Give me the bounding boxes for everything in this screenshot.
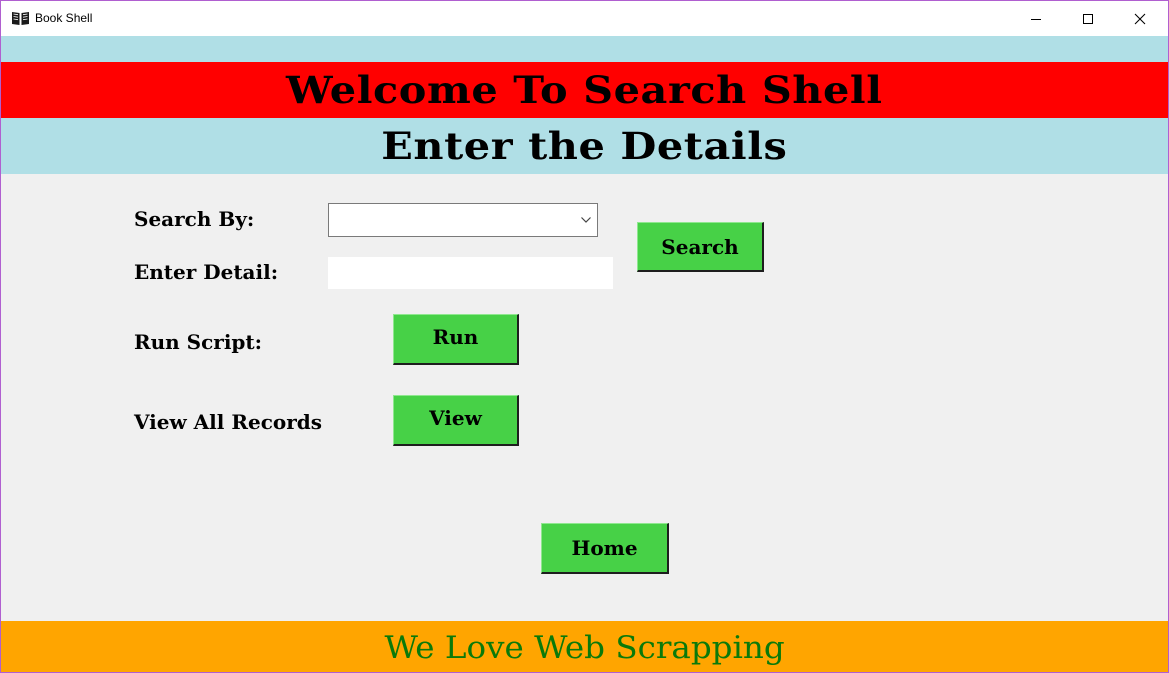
open-book-icon [12, 12, 29, 25]
view-button[interactable]: View [393, 395, 519, 446]
close-button[interactable] [1117, 1, 1163, 36]
enter-detail-input[interactable] [328, 257, 613, 289]
window-title: Book Shell [35, 11, 93, 25]
minimize-button[interactable] [1013, 1, 1059, 36]
maximize-button[interactable] [1065, 1, 1111, 36]
app-window: Book Shell Welcome To Search Shell Enter… [0, 0, 1169, 673]
top-color-band [1, 36, 1168, 62]
view-all-records-label: View All Records [134, 410, 322, 434]
search-button[interactable]: Search [637, 222, 764, 272]
enter-detail-label: Enter Detail: [134, 260, 279, 284]
search-by-label: Search By: [134, 207, 255, 231]
maximize-icon [1083, 13, 1093, 24]
home-button[interactable]: Home [541, 523, 669, 574]
run-script-label: Run Script: [134, 330, 263, 354]
footer-text: We Love Web Scrapping [384, 629, 785, 666]
search-by-dropdown[interactable] [328, 203, 598, 237]
minimize-icon [1031, 18, 1041, 20]
chevron-down-icon [581, 217, 591, 223]
title-bar[interactable]: Book Shell [1, 1, 1168, 36]
welcome-banner: Welcome To Search Shell [1, 62, 1168, 118]
run-button[interactable]: Run [393, 314, 519, 365]
subtitle-banner: Enter the Details [1, 118, 1168, 174]
welcome-heading: Welcome To Search Shell [286, 68, 883, 112]
footer-banner: We Love Web Scrapping [1, 621, 1168, 672]
subtitle-heading: Enter the Details [381, 124, 788, 168]
close-icon [1134, 13, 1146, 24]
